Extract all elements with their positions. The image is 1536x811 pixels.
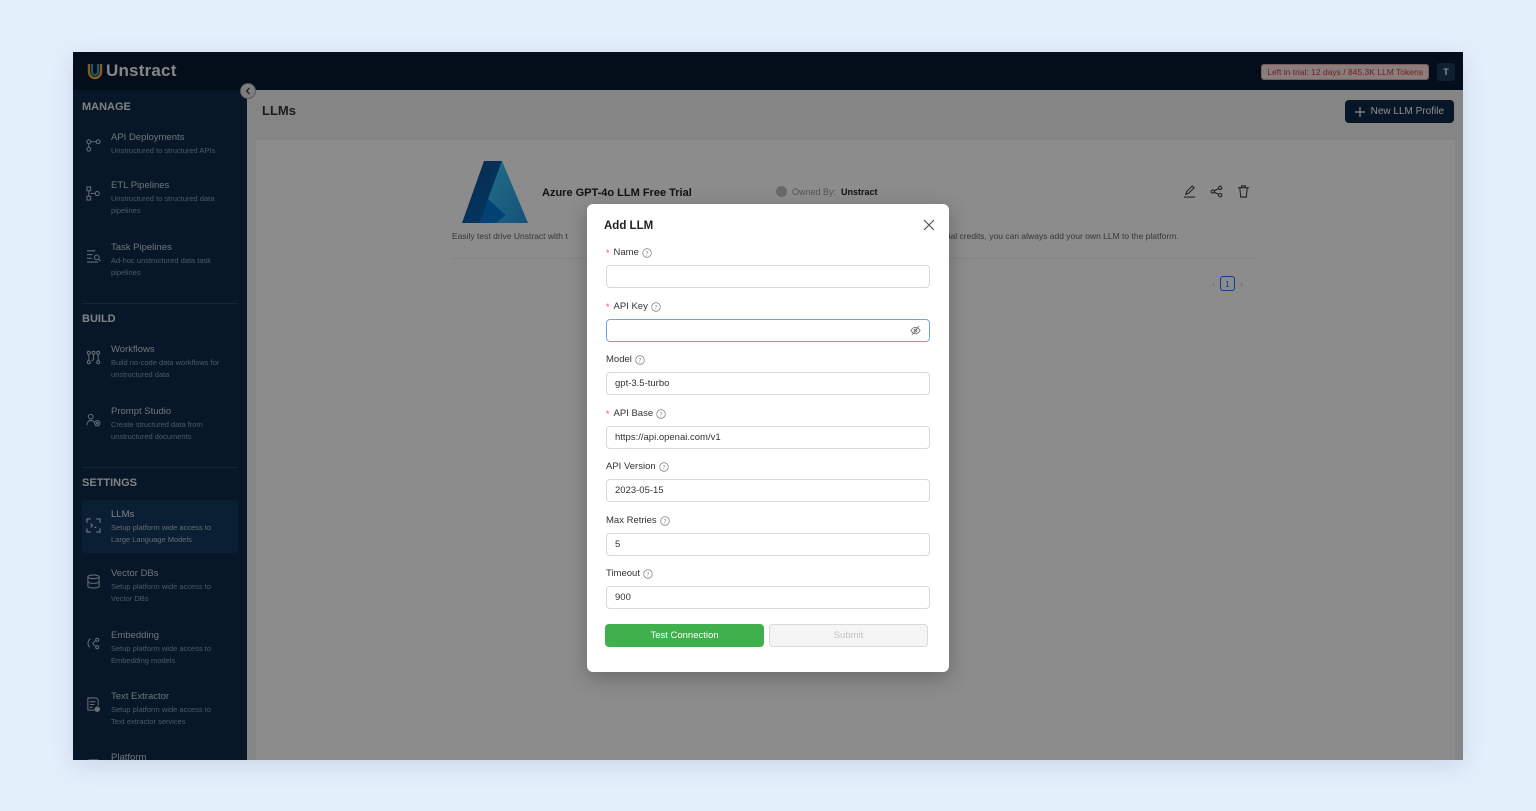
api-base-input[interactable]: https://api.openai.com/v1 [606, 426, 930, 449]
submit-button[interactable]: Submit [769, 624, 928, 647]
field-label-max-retries: Max Retries ? [606, 515, 670, 526]
api-key-input[interactable] [606, 319, 930, 342]
help-icon[interactable]: ? [635, 354, 645, 365]
field-label-timeout: Timeout ? [606, 568, 653, 579]
help-icon[interactable]: ? [651, 301, 661, 312]
add-llm-modal: Add LLM * Name ? * API Key ? Model ? gpt… [587, 204, 949, 672]
required-marker: * [606, 247, 610, 258]
field-label-model: Model ? [606, 354, 645, 365]
eye-hidden-icon[interactable] [910, 325, 921, 336]
help-icon[interactable]: ? [659, 515, 670, 526]
required-marker: * [606, 301, 610, 312]
app-window: Unstract Left in trial: 12 days / 845.3K… [73, 52, 1463, 760]
help-icon[interactable]: ? [642, 247, 652, 258]
svg-text:?: ? [646, 571, 649, 578]
required-marker: * [606, 408, 610, 419]
field-label-name: * Name ? [606, 247, 652, 258]
svg-text:?: ? [660, 411, 663, 418]
svg-text:?: ? [638, 357, 641, 364]
svg-text:?: ? [662, 464, 665, 471]
max-retries-input[interactable]: 5 [606, 533, 930, 556]
help-icon[interactable]: ? [656, 408, 666, 419]
svg-text:?: ? [645, 250, 648, 257]
api-version-input[interactable]: 2023-05-15 [606, 479, 930, 502]
field-label-api-version: API Version ? [606, 461, 669, 472]
model-input[interactable]: gpt-3.5-turbo [606, 372, 930, 395]
timeout-input[interactable]: 900 [606, 586, 930, 609]
test-connection-button[interactable]: Test Connection [605, 624, 764, 647]
close-icon[interactable] [923, 219, 935, 231]
field-label-api-base: * API Base ? [606, 408, 666, 419]
svg-text:?: ? [654, 304, 657, 311]
help-icon[interactable]: ? [643, 568, 653, 579]
modal-title: Add LLM [604, 220, 654, 232]
help-icon[interactable]: ? [658, 461, 669, 472]
field-label-api-key: * API Key ? [606, 301, 661, 312]
name-input[interactable] [606, 265, 930, 288]
svg-text:?: ? [663, 518, 666, 525]
